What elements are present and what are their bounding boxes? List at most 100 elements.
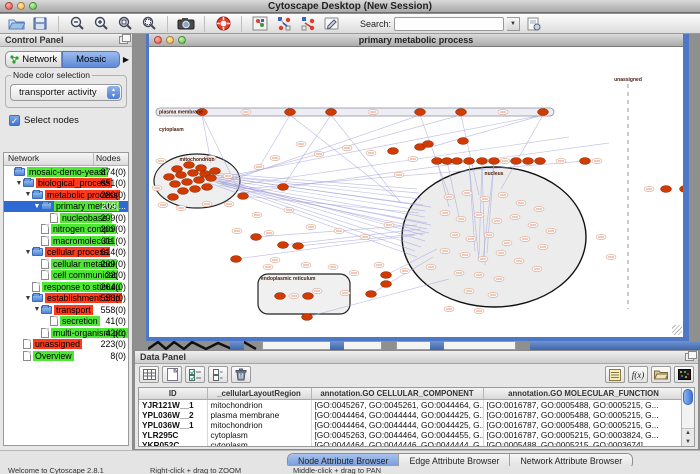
- network-node[interactable]: [210, 168, 221, 175]
- resize-grip[interactable]: [672, 325, 682, 335]
- network-node[interactable]: [580, 158, 591, 165]
- matrix-icon[interactable]: [674, 366, 694, 383]
- table-cell[interactable]: [GO:0016787, GO:0005215, GO:0003824, G..…: [483, 430, 684, 440]
- tree-row[interactable]: ▼transport558(0): [4, 304, 128, 316]
- network-node[interactable]: [381, 272, 392, 279]
- network-node[interactable]: [452, 158, 463, 165]
- table-row[interactable]: YJR121W__1mitochondrion[GO:0045267, GO:0…: [139, 399, 684, 410]
- network-node[interactable]: [251, 234, 262, 241]
- network-node[interactable]: [190, 186, 201, 193]
- table-row[interactable]: YPL036W__1mitochondrion[GO:0044464, GO:0…: [139, 420, 684, 430]
- table-scrollbar[interactable]: ▲▼: [681, 388, 694, 446]
- tree-row[interactable]: unassigned223(0): [4, 339, 128, 351]
- network-node[interactable]: [456, 109, 467, 116]
- region-nucleus[interactable]: [402, 167, 586, 307]
- select-attributes-icon[interactable]: [185, 366, 205, 383]
- new-attribute-icon[interactable]: [162, 366, 182, 383]
- network-node[interactable]: [415, 109, 426, 116]
- search-input[interactable]: [394, 17, 504, 31]
- table-cell[interactable]: [GO:0045263, GO:0044464, GO:0044455, G..…: [311, 430, 483, 440]
- search-options-icon[interactable]: [524, 15, 544, 33]
- network-node[interactable]: [523, 158, 534, 165]
- edge[interactable]: [431, 115, 543, 147]
- edge[interactable]: [285, 115, 331, 183]
- network-node[interactable]: [170, 181, 181, 188]
- network-node[interactable]: [388, 148, 399, 155]
- expand-triangle-icon[interactable]: ▼: [24, 249, 32, 256]
- table-cell[interactable]: mitochondrion: [207, 420, 311, 430]
- scrollbar-arrows[interactable]: ▲▼: [682, 428, 694, 446]
- network-node[interactable]: [661, 186, 672, 193]
- tree-row[interactable]: multi-organism pro42(0): [4, 327, 128, 339]
- network-node[interactable]: [275, 293, 286, 300]
- network-view-window[interactable]: primary metabolic process plasma membran…: [146, 34, 689, 341]
- attribute-table[interactable]: ID_cellularLayoutRegionannotation.GO CEL…: [139, 388, 685, 447]
- tree-row[interactable]: response to stimulu264(0): [4, 281, 128, 293]
- zoom-selected-icon[interactable]: [115, 15, 135, 33]
- table-cell[interactable]: YJR121W__1: [139, 399, 207, 410]
- table-cell[interactable]: YKR052C: [139, 440, 207, 448]
- column-header[interactable]: ID: [139, 388, 207, 399]
- table-cell[interactable]: [GO:0045267, GO:0045261, GO:0044464, G..…: [311, 399, 483, 410]
- network-node[interactable]: [458, 138, 469, 145]
- scrollbar-thumb[interactable]: [683, 389, 693, 405]
- network-node[interactable]: [303, 293, 314, 300]
- tab-mosaic[interactable]: Mosaic: [62, 51, 119, 68]
- network-node[interactable]: [278, 184, 289, 191]
- tree-row[interactable]: ▼establishment of lo558(0): [4, 293, 128, 305]
- network-node[interactable]: [285, 109, 296, 116]
- tree-row[interactable]: nucleobase-209(0): [4, 212, 128, 224]
- column-header[interactable]: _cellularLayoutRegion: [207, 388, 311, 399]
- expand-triangle-icon[interactable]: ▼: [15, 180, 23, 187]
- edge[interactable]: [233, 115, 543, 175]
- background-window-fragment[interactable]: [262, 341, 382, 350]
- notes-icon[interactable]: [605, 366, 625, 383]
- tree-header-nodes[interactable]: Nodes: [94, 153, 128, 165]
- network-node[interactable]: [423, 141, 434, 148]
- float-data-panel-icon[interactable]: [685, 353, 694, 361]
- network-node[interactable]: [432, 158, 443, 165]
- table-cell[interactable]: cytoplasm: [207, 440, 311, 448]
- tree-row[interactable]: macromolecule311(0): [4, 235, 128, 247]
- zoom-in-icon[interactable]: [91, 15, 111, 33]
- attribute-grid-icon[interactable]: [139, 366, 159, 383]
- network-node[interactable]: [178, 188, 189, 195]
- network-node[interactable]: [278, 242, 289, 249]
- tree-row[interactable]: ▼metabolic process280(0): [4, 189, 128, 201]
- table-cell[interactable]: mitochondrion: [207, 399, 311, 410]
- table-cell[interactable]: [GO:0044464, GO:0044444, GO:0044425, G..…: [311, 410, 483, 420]
- region-plasma-membrane[interactable]: [156, 108, 554, 116]
- delete-attribute-icon[interactable]: [231, 366, 251, 383]
- table-cell[interactable]: [GO:0016787, GO:0005488, GO:0005215, G..…: [483, 420, 684, 430]
- network-node[interactable]: [164, 174, 175, 181]
- network-node[interactable]: [194, 177, 205, 184]
- table-cell[interactable]: [GO:0005488, GO:0005215, GO:0003674]: [483, 440, 684, 448]
- import-attributes-icon[interactable]: [651, 366, 671, 383]
- table-row[interactable]: YKR052Ccytoplasm[GO:0044464, GO:0044446,…: [139, 440, 684, 448]
- save-session-icon[interactable]: [30, 15, 50, 33]
- table-cell[interactable]: YPL036W__1: [139, 420, 207, 430]
- table-cell[interactable]: [GO:0016787, GO:0005488, GO:0005215, G..…: [483, 410, 684, 420]
- tree-row[interactable]: cellular metabol209(0): [4, 258, 128, 270]
- network-node[interactable]: [206, 175, 217, 182]
- network-node[interactable]: [202, 184, 213, 191]
- select-nodes-checkbox[interactable]: ✓: [9, 115, 20, 126]
- float-panel-icon[interactable]: [119, 36, 128, 44]
- network-node[interactable]: [535, 158, 546, 165]
- background-window-fragment[interactable]: [230, 341, 244, 350]
- column-header[interactable]: annotation.GO MOLECULAR_FUNCTION: [483, 388, 684, 399]
- tree-row[interactable]: nitrogen compo209(0): [4, 224, 128, 236]
- network-node[interactable]: [293, 243, 304, 250]
- vizmapper-icon[interactable]: [250, 15, 270, 33]
- background-window-fragment[interactable]: [530, 341, 700, 350]
- node-color-select[interactable]: transporter activity ▲▼: [10, 84, 122, 101]
- network-node[interactable]: [168, 194, 179, 201]
- table-cell[interactable]: [GO:0044464, GO:0044444, GO:0044425, G..…: [311, 420, 483, 430]
- expand-triangle-icon[interactable]: ▼: [33, 203, 41, 210]
- formula-icon[interactable]: f(x): [628, 366, 648, 383]
- network-node[interactable]: [489, 158, 500, 165]
- open-session-icon[interactable]: [6, 15, 26, 33]
- table-cell[interactable]: [GO:0044464, GO:0044446, GO:0044444, G..…: [311, 440, 483, 448]
- annotation-icon[interactable]: [322, 15, 342, 33]
- network-node[interactable]: [464, 158, 475, 165]
